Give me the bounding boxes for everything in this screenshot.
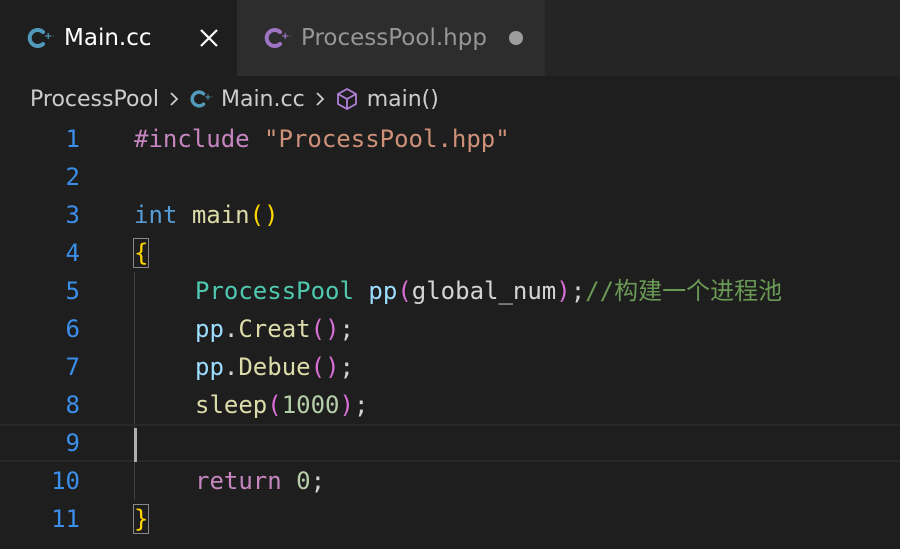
breadcrumb: ProcessPool ++ Main.cc main() xyxy=(0,76,900,122)
svg-text:++: ++ xyxy=(44,31,54,42)
line-number: 1 xyxy=(65,125,80,153)
breadcrumb-symbol-label: main() xyxy=(366,86,439,112)
code-line[interactable]: 4 { xyxy=(0,234,900,272)
line-number: 3 xyxy=(65,201,80,229)
matched-bracket: } xyxy=(132,504,150,534)
code-text: int main() xyxy=(134,201,279,229)
cpp-file-icon: ++ xyxy=(27,28,54,48)
line-number: 10 xyxy=(51,467,80,495)
line-number: 9 xyxy=(65,429,80,457)
tab-processpool-hpp[interactable]: ++ ProcessPool.hpp xyxy=(237,0,545,76)
code-text: pp.Debue(); xyxy=(195,353,354,381)
tab-main-cc[interactable]: ++ Main.cc xyxy=(0,0,237,76)
code-line[interactable]: 7 pp.Debue(); xyxy=(0,348,900,386)
code-text: #include "ProcessPool.hpp" xyxy=(134,125,510,153)
code-line[interactable]: 5 ProcessPool pp(global_num);//构建一个进程池 xyxy=(0,272,900,310)
tab-label: ProcessPool.hpp xyxy=(301,25,487,51)
chevron-right-icon xyxy=(170,92,179,106)
code-line-current[interactable]: 9 xyxy=(0,424,900,462)
code-line[interactable]: 10 return 0; xyxy=(0,462,900,500)
close-icon[interactable] xyxy=(198,27,220,49)
breadcrumb-file-label: Main.cc xyxy=(220,86,305,112)
matched-bracket: { xyxy=(132,238,150,268)
cpp-header-icon: ++ xyxy=(264,28,291,48)
cube-method-icon xyxy=(336,88,357,110)
code-text: sleep(1000); xyxy=(195,391,369,419)
breadcrumb-folder[interactable]: ProcessPool xyxy=(30,87,159,112)
tab-label: Main.cc xyxy=(64,25,152,51)
line-number: 8 xyxy=(65,391,80,419)
code-editor[interactable]: 1 #include "ProcessPool.hpp" 2 3 int mai… xyxy=(0,120,900,549)
line-number: 7 xyxy=(65,353,80,381)
code-text: ProcessPool pp(global_num);//构建一个进程池 xyxy=(195,277,783,305)
line-number: 6 xyxy=(65,315,80,343)
line-number: 11 xyxy=(51,505,80,533)
svg-text:++: ++ xyxy=(204,93,213,103)
code-text: { xyxy=(132,234,150,272)
code-text: return 0; xyxy=(195,467,326,495)
chevron-right-icon xyxy=(316,92,324,106)
code-line[interactable]: 8 sleep(1000); xyxy=(0,386,900,424)
line-number: 4 xyxy=(65,239,80,267)
cpp-file-icon: ++ xyxy=(190,90,213,108)
line-number: 5 xyxy=(65,277,80,305)
code-text: } xyxy=(132,500,150,538)
code-line[interactable]: 3 int main() xyxy=(0,196,900,234)
unsaved-dot-icon[interactable] xyxy=(508,31,523,45)
text-cursor xyxy=(134,428,137,462)
breadcrumb-symbol[interactable]: main() xyxy=(335,87,439,112)
breadcrumb-file[interactable]: ++ Main.cc xyxy=(189,87,305,112)
code-line[interactable]: 2 xyxy=(0,158,900,196)
code-line[interactable]: 6 pp.Creat(); xyxy=(0,310,900,348)
code-text: pp.Creat(); xyxy=(195,315,354,343)
line-number: 2 xyxy=(65,163,80,191)
tab-bar: ++ Main.cc ++ ProcessPool.hpp xyxy=(0,0,900,76)
code-line[interactable]: 11 } xyxy=(0,500,900,538)
svg-text:++: ++ xyxy=(281,31,291,42)
code-line[interactable]: 1 #include "ProcessPool.hpp" xyxy=(0,120,900,158)
